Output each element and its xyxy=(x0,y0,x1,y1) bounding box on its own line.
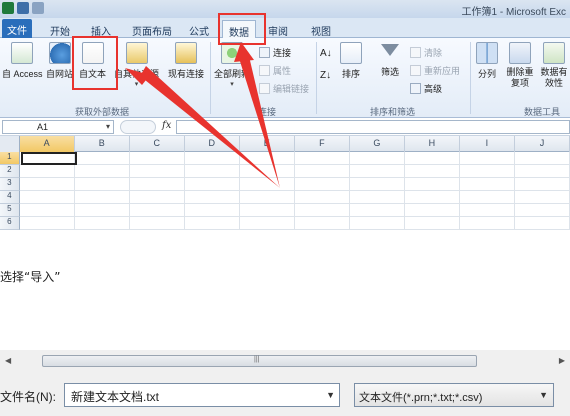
annotation-arrows xyxy=(125,42,280,188)
caption-text: 选择“导入” xyxy=(0,270,61,284)
excel-window: 工作簿1 - Microsoft Exc 文件 开始 插入 页面布局 公式 数据… xyxy=(0,0,570,243)
scrollbar-thumb[interactable] xyxy=(42,355,477,367)
arrow-to-from-text xyxy=(140,66,280,188)
filename-input[interactable]: 新建文本文档.txt ▼ xyxy=(64,383,340,407)
file-type-value: 文本文件(*.prn;*.txt;*.csv) xyxy=(359,392,483,404)
horizontal-scrollbar[interactable]: ◀ ||| ▶ xyxy=(0,353,570,370)
arrow-head-data-tab xyxy=(234,42,254,62)
filename-row: 文件名(N): 新建文本文档.txt ▼ 文本文件(*.prn;*.txt;*.… xyxy=(0,378,570,416)
scrollbar-grip-icon: ||| xyxy=(254,356,260,363)
scroll-left-icon[interactable]: ◀ xyxy=(5,356,11,365)
file-type-select[interactable]: 文本文件(*.prn;*.txt;*.csv) ▼ xyxy=(354,383,554,407)
filename-value: 新建文本文档.txt xyxy=(71,390,160,404)
chevron-down-icon[interactable]: ▼ xyxy=(326,390,335,400)
chevron-down-icon: ▼ xyxy=(539,390,548,400)
scroll-right-icon[interactable]: ▶ xyxy=(559,356,565,365)
arrow-to-data-tab xyxy=(238,52,280,188)
filename-label: 文件名(N): xyxy=(0,390,56,404)
